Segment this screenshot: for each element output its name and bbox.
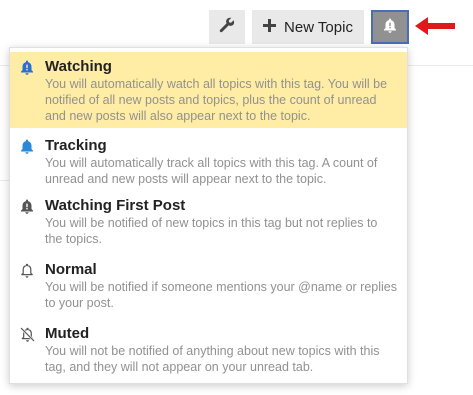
option-title: Watching: [45, 58, 112, 75]
option-description: You will automatically watch all topics …: [45, 77, 388, 123]
option-title: Tracking: [45, 137, 107, 154]
new-topic-button[interactable]: New Topic: [252, 10, 364, 44]
option-title: Watching First Post: [45, 197, 186, 214]
notification-option-muted[interactable]: Muted You will not be notified of anythi…: [10, 318, 407, 380]
bell-icon: [19, 139, 35, 155]
notification-level-dropdown: Watching You will automatically watch al…: [9, 47, 408, 384]
tag-admin-button[interactable]: [209, 10, 245, 44]
bell-outline-icon: [19, 263, 35, 279]
bell-slash-icon: [19, 327, 35, 343]
option-description: You will be notified of new topics in th…: [45, 216, 378, 246]
option-description: You will automatically track all topics …: [45, 156, 378, 186]
notification-option-watching[interactable]: Watching You will automatically watch al…: [10, 52, 407, 128]
option-title: Muted: [45, 325, 90, 342]
option-description: You will be notified if someone mentions…: [45, 280, 397, 310]
notification-level-button[interactable]: [371, 10, 409, 44]
bell-exclamation-icon: [383, 18, 397, 37]
plus-icon: [263, 16, 277, 36]
option-description: You will not be notified of anything abo…: [45, 344, 380, 374]
notification-option-tracking[interactable]: Tracking You will automatically track al…: [10, 128, 407, 190]
annotation-arrow: [415, 17, 455, 35]
option-title: Normal: [45, 261, 97, 278]
wrench-icon: [219, 17, 235, 37]
background-divider-bottom: [0, 180, 9, 181]
notification-option-watching-first-post[interactable]: Watching First Post You will be notified…: [10, 190, 407, 254]
bell-exclamation-icon: [19, 199, 35, 215]
notification-option-normal[interactable]: Normal You will be notified if someone m…: [10, 254, 407, 318]
bell-exclamation-icon: [19, 60, 35, 76]
new-topic-label: New Topic: [284, 18, 353, 36]
